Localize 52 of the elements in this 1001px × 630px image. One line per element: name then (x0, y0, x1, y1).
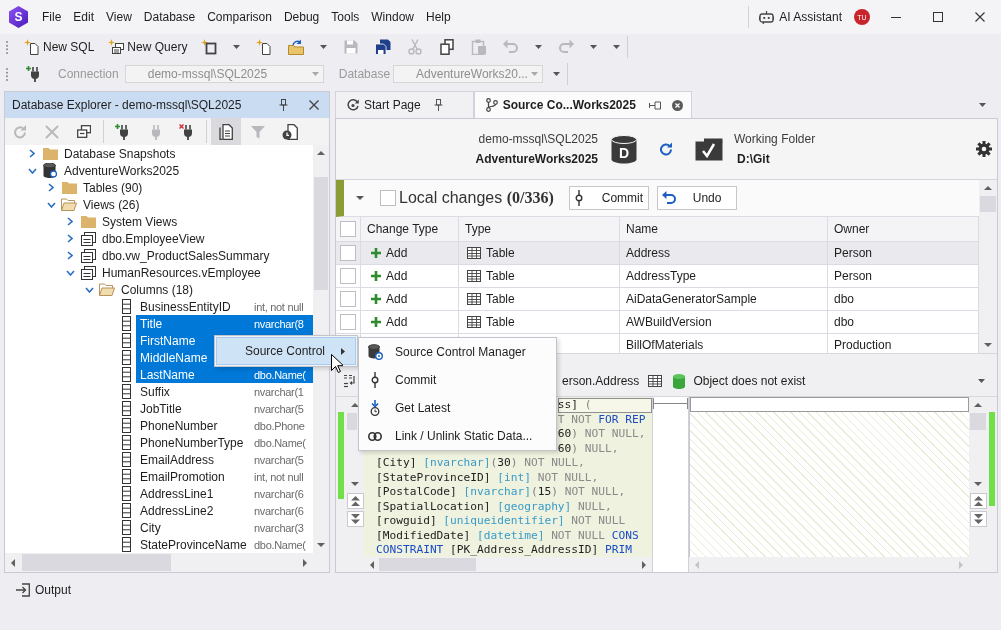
code-line: [SpatialLocation] [geography] NULL, (376, 499, 613, 514)
owner-name: Person (834, 269, 873, 283)
object-name: Address (626, 246, 671, 260)
code-line: [StateProvinceID] [int] NOT NULL, (376, 470, 600, 485)
server-name: demo-mssql\SQL2025 (478, 132, 598, 146)
column-type: dbo.Name( (254, 368, 307, 381)
working-folder-label: Working Folder (734, 132, 816, 146)
column-type: nvarchar(6 (254, 487, 305, 500)
field-label: Connection (58, 67, 119, 81)
code-line: [PostalCode] [nvarchar](15) NOT NULL, (376, 485, 627, 500)
object-name: AiDataGeneratorSample (626, 292, 757, 306)
field-label: Database (338, 67, 391, 81)
code-line: [City] [nvarchar](30) NOT NULL, (376, 456, 586, 471)
column-type: dbo.Name( (254, 436, 307, 449)
owner-name: Production (834, 338, 892, 352)
code-line: CONSTRAINT [PK_Address_AddressID] PRIM (376, 543, 633, 557)
column-type: dbo.Name( (254, 538, 307, 551)
code-line: [rowguid] [uniqueidentifier] NOT NULL (376, 514, 627, 529)
database-name: AdventureWorks2025 (475, 152, 598, 166)
object-name: AWBuildVersion (626, 315, 712, 329)
column-type: nvarchar(8 (254, 317, 305, 330)
local-changes-title: Local changes (0/336) (399, 189, 554, 207)
owner-name: Person (834, 246, 873, 260)
column-type: int, not null (254, 470, 305, 483)
column-type: nvarchar(3 (254, 521, 305, 534)
owner-name: dbo (834, 292, 855, 306)
column-type: dbo.Phone (254, 419, 306, 432)
column-type: nvarchar(5 (254, 402, 305, 415)
object-path: erson.Address (562, 374, 640, 388)
code-line: T NOT FOR REP (557, 412, 647, 427)
change-type: Add (386, 269, 408, 283)
object-name: AddressType (626, 269, 697, 283)
app-logo: S (9, 6, 28, 28)
code-line: [ModifiedDate] [datetime] NOT NULL CONS (376, 528, 640, 543)
working-folder-path: D:\Git (736, 152, 771, 166)
change-type: Add (386, 292, 408, 306)
column-type: nvarchar(6 (254, 504, 305, 517)
status-text: Object does not exist (693, 374, 806, 388)
panel-title: Database Explorer - demo-mssql\SQL2025 (12, 98, 242, 112)
object-name: BillOfMaterials (626, 338, 704, 352)
column-type: nvarchar(1 (254, 385, 305, 398)
change-type: Add (386, 315, 408, 329)
column-type: int, not null (254, 300, 305, 313)
object-type: Table (486, 246, 515, 260)
code-line: 60) NOT NULL, (557, 427, 647, 442)
object-type: Table (486, 269, 515, 283)
object-type: Table (486, 315, 515, 329)
change-type: Add (386, 246, 408, 260)
owner-name: dbo (834, 315, 855, 329)
column-type: nvarchar(5 (254, 453, 305, 466)
code-line: 60) NULL, (557, 441, 620, 456)
object-type: Table (486, 292, 515, 306)
